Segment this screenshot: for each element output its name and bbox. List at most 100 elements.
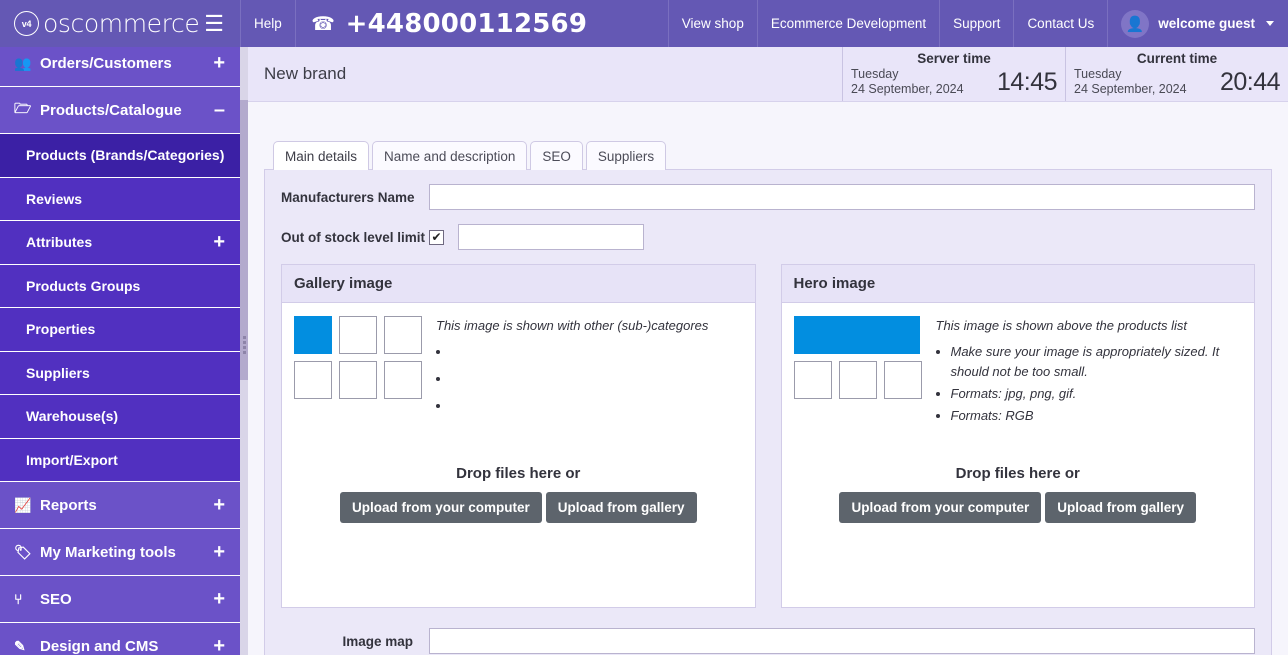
nav-ecommerce-development[interactable]: Ecommerce Development	[756, 0, 939, 47]
content-area: New brand Server time Tuesday 24 Septemb…	[248, 47, 1288, 655]
sidebar-item-reviews[interactable]: Reviews	[0, 177, 240, 221]
expand-icon[interactable]: +	[213, 53, 225, 73]
sidebar-item-products-groups[interactable]: Products Groups	[0, 264, 240, 308]
server-time-value: 14:45	[996, 67, 1058, 96]
gallery-thumb[interactable]	[294, 361, 332, 399]
hero-thumb-row	[793, 316, 922, 354]
sidebar-item-design-and-cms[interactable]: ✎ Design and CMS +	[0, 623, 240, 655]
gallery-image-body: This image is shown with other (sub-)cat…	[282, 303, 755, 423]
tags-icon: 🏷	[14, 543, 32, 560]
user-menu[interactable]: 👤 welcome guest	[1107, 0, 1288, 47]
sidebar-item-label: Design and CMS	[40, 637, 159, 655]
sidebar-item-label: Import/Export	[26, 451, 118, 468]
current-time-heading: Current time	[1136, 51, 1218, 66]
gallery-dropzone[interactable]: Drop files here or Upload from your comp…	[282, 465, 755, 607]
hero-thumb[interactable]	[793, 361, 832, 399]
gallery-upload-from-gallery-button[interactable]: Upload from gallery	[545, 492, 697, 523]
current-time-box: Current time Tuesday 24 September, 2024 …	[1065, 47, 1288, 101]
avatar-icon: 👤	[1121, 9, 1150, 38]
expand-icon[interactable]: +	[213, 232, 225, 252]
gallery-thumb[interactable]	[339, 316, 377, 354]
nav-support[interactable]: Support	[939, 0, 1013, 47]
sidebar-item-warehouse-s[interactable]: Warehouse(s)	[0, 395, 240, 439]
hamburger-icon[interactable]: ☰	[204, 12, 224, 35]
tab-bar[interactable]: Main details Name and description SEO Suppl…	[264, 140, 1272, 170]
sidebar-item-import-export[interactable]: Import/Export	[0, 438, 240, 482]
hero-image-panel: Hero image This image is shown above the…	[780, 264, 1255, 608]
sidebar-item-label: Reports	[40, 496, 97, 514]
sidebar-item-label: Products (Brands/Categories)	[26, 147, 225, 164]
hero-image-bullet-list: Make sure your image is appropriately si…	[936, 342, 1243, 426]
server-time-date: 24 September, 2024	[851, 82, 964, 96]
folder-icon: 🗁	[14, 100, 32, 116]
sidebar-item-products-catalogue[interactable]: 🗁 Products/Catalogue –	[0, 87, 240, 134]
chart-line-icon: 📈	[14, 496, 32, 513]
tab-suppliers[interactable]: Suppliers	[585, 141, 667, 170]
hero-thumb-selected[interactable]	[793, 316, 920, 354]
main-details-card: Manufacturers Name Out of stock level li…	[264, 169, 1272, 655]
sidebar-item-label: Reviews	[26, 190, 83, 207]
sidebar-item-properties[interactable]: Properties	[0, 308, 240, 352]
out-of-stock-value-input[interactable]	[458, 224, 644, 250]
out-of-stock-checkbox[interactable]: ✔	[429, 229, 444, 245]
image-map-input[interactable]	[429, 628, 1255, 654]
pen-icon: ✎	[14, 637, 26, 654]
hero-dropzone[interactable]: Drop files here or Upload from your comp…	[782, 465, 1255, 607]
expand-icon[interactable]: +	[213, 495, 225, 515]
sidebar-item-seo[interactable]: ⑂ SEO +	[0, 576, 240, 623]
gallery-thumb-row	[294, 316, 422, 354]
gallery-thumbnail-grid	[294, 316, 422, 423]
hero-thumb[interactable]	[883, 361, 922, 399]
sidebar-resize-handle[interactable]	[240, 330, 248, 360]
main-sidebar[interactable]: 👥 Orders/Customers + 🗁 Products/Catalogue – Pr…	[0, 40, 240, 655]
sidebar-item-label: Attributes	[26, 234, 93, 251]
hero-thumb-row	[793, 361, 922, 399]
hero-image-description: This image is shown above the products l…	[935, 318, 1187, 333]
gallery-thumb-selected[interactable]	[294, 316, 332, 354]
expand-icon[interactable]: +	[213, 542, 225, 562]
sidebar-item-orders-customers[interactable]: 👥 Orders/Customers +	[0, 40, 240, 87]
gallery-upload-from-computer-button[interactable]: Upload from your computer	[339, 492, 542, 523]
expand-icon[interactable]: +	[213, 589, 225, 609]
tab-main-details[interactable]: Main details	[273, 141, 370, 170]
gallery-image-panel: Gallery image This image is shown with o…	[281, 264, 756, 608]
phone-icon: ☎	[310, 12, 335, 35]
collapse-icon[interactable]: –	[214, 100, 225, 120]
server-time-box: Server time Tuesday 24 September, 2024 1…	[842, 47, 1065, 101]
manufacturers-name-input[interactable]	[429, 184, 1255, 210]
sidebar-item-attributes[interactable]: Attributes +	[0, 221, 240, 265]
gallery-thumb[interactable]	[384, 316, 422, 354]
hero-image-bullet: Formats: jpg, png, gif.	[951, 384, 1243, 404]
sidebar-item-suppliers[interactable]: Suppliers	[0, 351, 240, 395]
gallery-thumb[interactable]	[384, 361, 422, 399]
current-time-date: 24 September, 2024	[1074, 82, 1187, 96]
tab-name-and-description[interactable]: Name and description	[372, 141, 528, 170]
hero-thumb[interactable]	[838, 361, 877, 399]
help-link[interactable]: Help	[240, 0, 295, 47]
gallery-thumb[interactable]	[339, 361, 377, 399]
hero-upload-from-computer-button[interactable]: Upload from your computer	[839, 492, 1042, 523]
phone-number: ☎ +448000112569	[294, 0, 604, 47]
hero-upload-from-gallery-button[interactable]: Upload from gallery	[1045, 492, 1197, 523]
sidebar-item-my-marketing-tools[interactable]: 🏷 My Marketing tools +	[0, 529, 240, 576]
chevron-down-icon	[1266, 21, 1274, 26]
phone-number-text: +448000112569	[345, 8, 588, 39]
gallery-image-bullet	[451, 396, 743, 421]
nav-contact-us[interactable]: Contact Us	[1013, 0, 1107, 47]
gallery-drop-text: Drop files here or	[456, 465, 581, 482]
gallery-image-title: Gallery image	[282, 265, 755, 303]
hero-drop-text: Drop files here or	[955, 465, 1080, 482]
nav-view-shop[interactable]: View shop	[667, 0, 757, 47]
gallery-thumb-row	[294, 361, 422, 399]
gallery-image-bullet-list	[436, 342, 743, 421]
tab-seo[interactable]: SEO	[530, 141, 583, 170]
user-menu-label: welcome guest	[1158, 16, 1255, 31]
panel-wrapper: Main details Name and description SEO Suppl…	[248, 102, 1288, 655]
brand-area: v4 oscommerce ☰	[0, 0, 240, 47]
expand-icon[interactable]: +	[213, 636, 225, 655]
sidebar-item-products-brands-categories[interactable]: Products (Brands/Categories)	[0, 134, 240, 178]
sidebar-item-reports[interactable]: 📈 Reports +	[0, 482, 240, 529]
hero-image-title: Hero image	[781, 265, 1254, 303]
page-title: New brand	[264, 64, 347, 83]
